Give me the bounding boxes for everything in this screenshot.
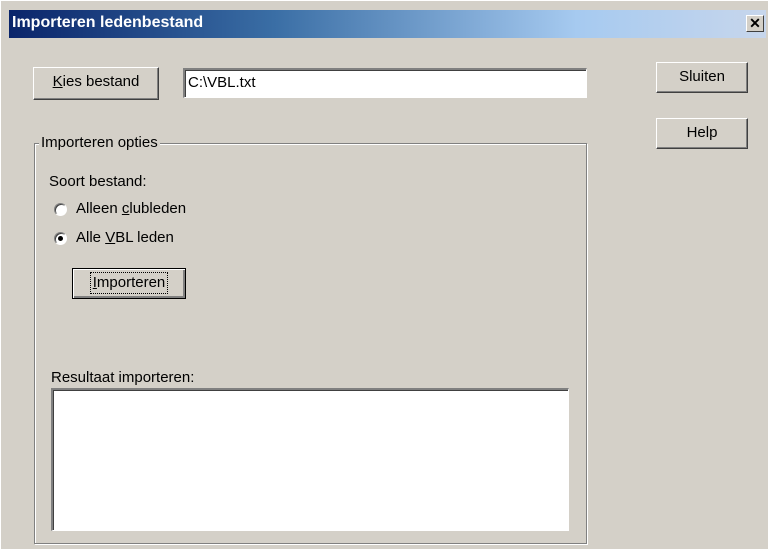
window-title: Importeren ledenbestand	[12, 14, 204, 31]
result-textarea[interactable]	[51, 388, 569, 531]
import-dialog: Importeren ledenbestand ✕ Kies bestand C…	[0, 0, 768, 549]
radio-all-vbl-members[interactable]	[54, 232, 67, 245]
import-button-focus: Importeren	[89, 272, 169, 294]
radio-club-members-post: lubleden	[129, 200, 187, 217]
close-glyph: ✕	[749, 15, 761, 31]
radio-club-members-pre: Alleen	[76, 200, 122, 217]
file-type-label: Soort bestand:	[49, 173, 147, 190]
import-button-label: mporteren	[96, 274, 166, 291]
import-button[interactable]: Importeren	[72, 268, 186, 299]
file-path-input[interactable]: C:\VBL.txt	[183, 68, 587, 98]
close-icon[interactable]: ✕	[746, 15, 764, 32]
result-label: Resultaat importeren:	[51, 369, 195, 386]
title-bar[interactable]: Importeren ledenbestand ✕	[9, 10, 766, 38]
radio-all-vbl-members-mnemonic: V	[105, 229, 116, 246]
close-button-label: Sluiten	[679, 68, 725, 85]
radio-all-vbl-members-pre: Alle	[76, 229, 106, 246]
help-button-label: Help	[686, 124, 718, 141]
close-button[interactable]: Sluiten	[656, 62, 748, 93]
choose-file-label: ies bestand	[62, 73, 140, 90]
radio-club-members-label[interactable]: Alleen clubleden	[76, 200, 186, 217]
radio-club-members[interactable]	[54, 203, 67, 216]
choose-file-mnemonic: K	[52, 73, 63, 90]
radio-all-vbl-members-label[interactable]: Alle VBL leden	[76, 229, 174, 246]
import-options-title: Importeren opties	[39, 134, 160, 151]
choose-file-button[interactable]: Kies bestand	[33, 67, 159, 100]
help-button[interactable]: Help	[656, 118, 748, 149]
radio-all-vbl-members-post: BL leden	[115, 229, 174, 246]
file-path-value: C:\VBL.txt	[188, 74, 256, 91]
